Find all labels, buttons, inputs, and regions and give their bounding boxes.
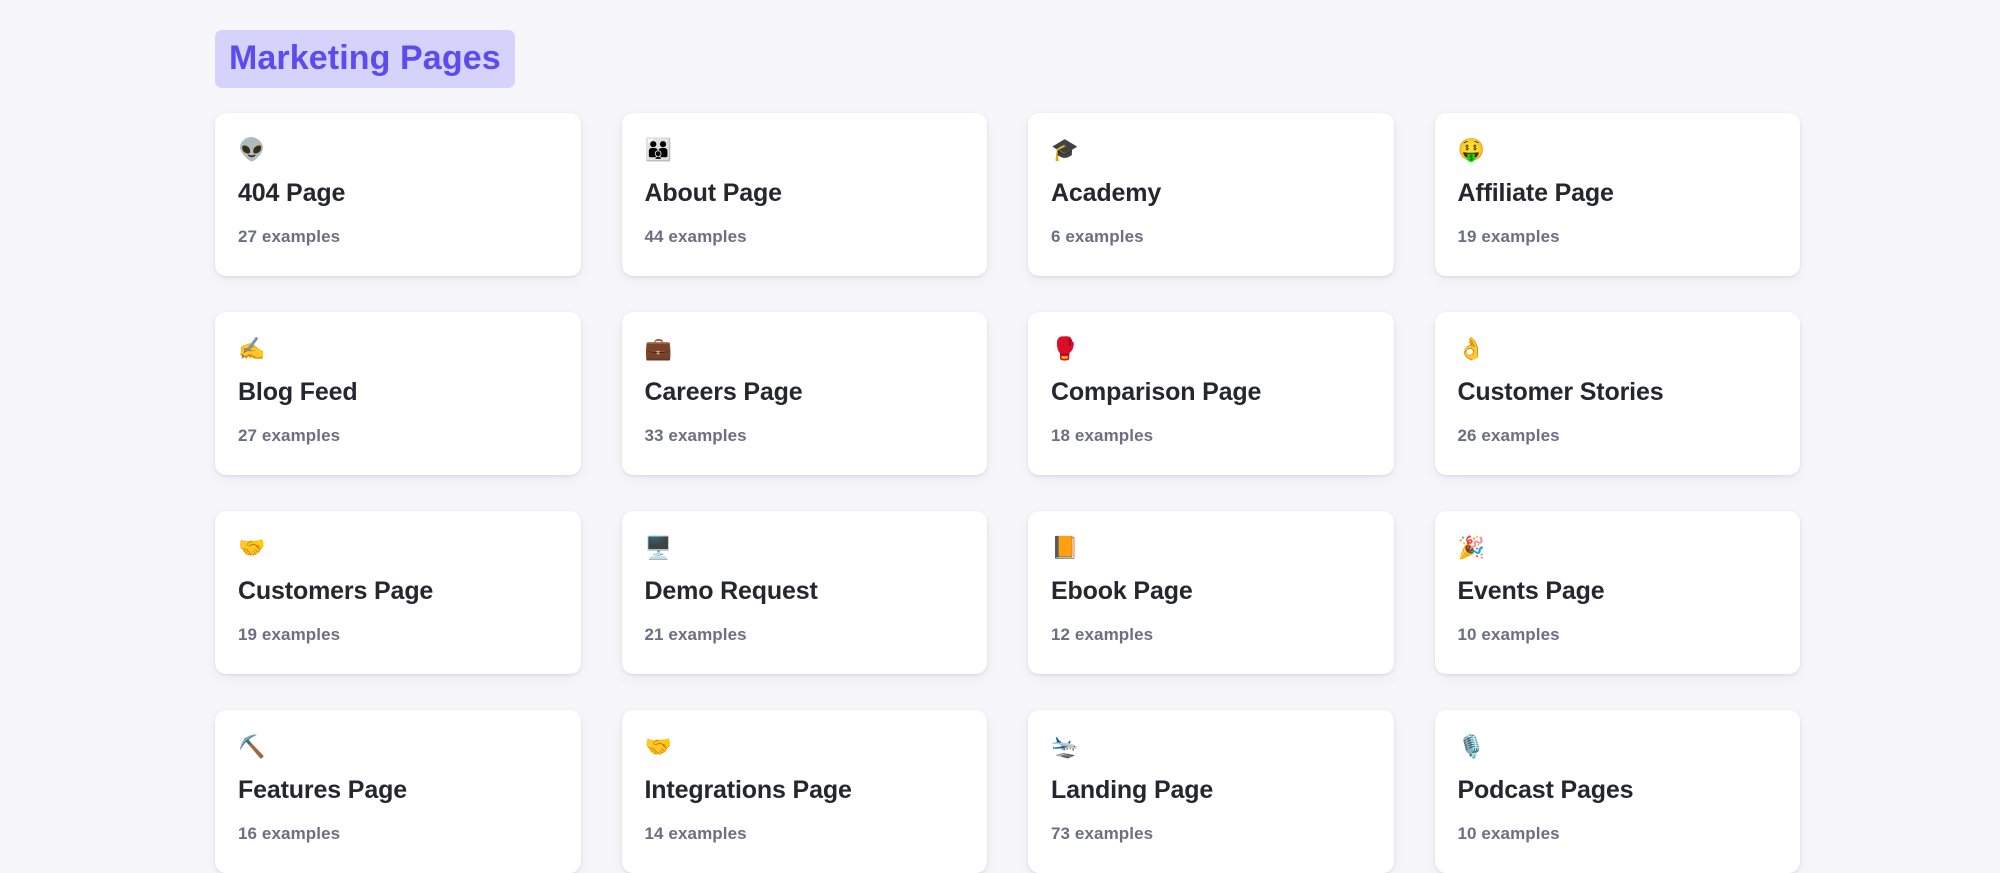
handshake-icon: 🤝 bbox=[644, 735, 672, 760]
marketing-pages-page: Marketing Pages 👽 404 Page 27 examples 👪 Abo… bbox=[0, 0, 2000, 873]
handshake-icon: 🤝 bbox=[238, 536, 266, 561]
briefcase-icon: 💼 bbox=[644, 337, 672, 362]
page-category-card[interactable]: 💼 Careers Page 33 examples bbox=[621, 312, 987, 475]
card-example-count: 19 examples bbox=[238, 625, 341, 645]
page-category-card[interactable]: 🖥️ Demo Request 21 examples bbox=[621, 511, 987, 674]
page-category-card[interactable]: 👽 404 Page 27 examples bbox=[215, 113, 581, 276]
card-title: About Page bbox=[644, 179, 783, 207]
card-example-count: 33 examples bbox=[644, 426, 747, 446]
card-title: Customers Page bbox=[238, 577, 434, 605]
card-example-count: 19 examples bbox=[1457, 227, 1560, 247]
money-mouth-face-icon: 🤑 bbox=[1457, 138, 1485, 163]
family-icon: 👪 bbox=[644, 138, 672, 163]
graduation-cap-icon: 🎓 bbox=[1051, 138, 1079, 163]
alien-icon: 👽 bbox=[238, 138, 266, 163]
page-category-card[interactable]: 🎉 Events Page 10 examples bbox=[1434, 511, 1800, 674]
airplane-departure-icon: 🛬 bbox=[1051, 735, 1079, 760]
page-category-card[interactable]: 🤑 Affiliate Page 19 examples bbox=[1434, 113, 1800, 276]
card-title: 404 Page bbox=[238, 179, 346, 207]
card-example-count: 21 examples bbox=[644, 625, 747, 645]
page-category-card[interactable]: ✍️ Blog Feed 27 examples bbox=[215, 312, 581, 475]
page-category-card[interactable]: 🎓 Academy 6 examples bbox=[1028, 113, 1394, 276]
card-title: Academy bbox=[1051, 179, 1162, 207]
card-title: Ebook Page bbox=[1051, 577, 1193, 605]
page-category-card[interactable]: 🛬 Landing Page 73 examples bbox=[1028, 710, 1394, 873]
card-example-count: 12 examples bbox=[1051, 625, 1154, 645]
card-example-count: 18 examples bbox=[1051, 426, 1154, 446]
card-title: Demo Request bbox=[644, 577, 818, 605]
boxing-glove-icon: 🥊 bbox=[1051, 337, 1079, 362]
page-header: Marketing Pages bbox=[0, 0, 2000, 88]
card-example-count: 16 examples bbox=[238, 824, 341, 844]
page-category-card[interactable]: 🥊 Comparison Page 18 examples bbox=[1028, 312, 1394, 475]
card-example-count: 44 examples bbox=[644, 227, 747, 247]
orange-book-icon: 📙 bbox=[1051, 536, 1079, 561]
page-category-card[interactable]: 🤝 Customers Page 19 examples bbox=[215, 511, 581, 674]
page-title: Marketing Pages bbox=[215, 30, 515, 88]
page-category-card[interactable]: ⛏️ Features Page 16 examples bbox=[215, 710, 581, 873]
desktop-computer-icon: 🖥️ bbox=[644, 536, 672, 561]
card-title: Comparison Page bbox=[1051, 378, 1262, 406]
card-title: Blog Feed bbox=[238, 378, 358, 406]
writing-hand-icon: ✍️ bbox=[238, 337, 266, 362]
card-title: Affiliate Page bbox=[1457, 179, 1614, 207]
card-title: Features Page bbox=[238, 776, 407, 804]
card-example-count: 27 examples bbox=[238, 227, 341, 247]
page-category-grid: 👽 404 Page 27 examples 👪 About Page 44 exampl… bbox=[0, 113, 2000, 873]
card-title: Customer Stories bbox=[1457, 378, 1664, 406]
page-category-card[interactable]: 🎙️ Podcast Pages 10 examples bbox=[1434, 710, 1800, 873]
page-category-card[interactable]: 🤝 Integrations Page 14 examples bbox=[621, 710, 987, 873]
studio-microphone-icon: 🎙️ bbox=[1457, 735, 1485, 760]
page-category-card[interactable]: 👪 About Page 44 examples bbox=[621, 113, 987, 276]
card-example-count: 27 examples bbox=[238, 426, 341, 446]
card-title: Careers Page bbox=[644, 378, 803, 406]
pick-icon: ⛏️ bbox=[238, 735, 266, 760]
party-popper-icon: 🎉 bbox=[1457, 536, 1485, 561]
card-example-count: 6 examples bbox=[1051, 227, 1144, 247]
card-example-count: 10 examples bbox=[1457, 824, 1560, 844]
card-title: Podcast Pages bbox=[1457, 776, 1634, 804]
page-category-card[interactable]: 📙 Ebook Page 12 examples bbox=[1028, 511, 1394, 674]
card-example-count: 26 examples bbox=[1457, 426, 1560, 446]
card-title: Landing Page bbox=[1051, 776, 1214, 804]
card-example-count: 14 examples bbox=[644, 824, 747, 844]
card-title: Events Page bbox=[1457, 577, 1605, 605]
page-category-card[interactable]: 👌 Customer Stories 26 examples bbox=[1434, 312, 1800, 475]
card-title: Integrations Page bbox=[644, 776, 852, 804]
card-example-count: 10 examples bbox=[1457, 625, 1560, 645]
card-example-count: 73 examples bbox=[1051, 824, 1154, 844]
ok-hand-icon: 👌 bbox=[1457, 337, 1485, 362]
